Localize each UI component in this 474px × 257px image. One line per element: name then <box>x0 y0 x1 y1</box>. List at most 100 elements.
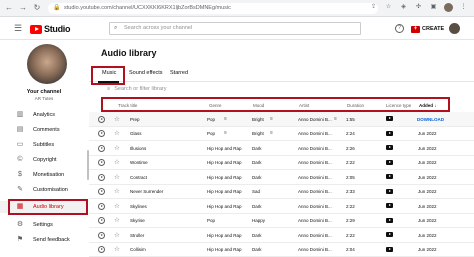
studio-logo[interactable]: Studio <box>30 24 70 34</box>
star-icon[interactable]: ☆ <box>114 231 120 239</box>
settings-icon: ⚙ <box>16 221 24 229</box>
search-input[interactable]: ⌕ Search across your channel <box>109 22 361 35</box>
tab-sound-effects[interactable]: Sound effects <box>129 70 163 76</box>
track-mood: Dark <box>252 233 262 238</box>
star-icon[interactable]: ☆ <box>114 173 120 181</box>
table-row[interactable]: ☆PrepPop≡Bright≡Anno Domini B...≡1:55DOW… <box>89 112 474 127</box>
play-icon[interactable] <box>98 116 105 123</box>
sidebar-item-analytics[interactable]: ▥ Analytics <box>0 109 88 121</box>
track-mood: Dark <box>252 204 262 209</box>
profile-avatar[interactable] <box>444 3 453 12</box>
col-mood[interactable]: Mood <box>253 103 264 108</box>
table-row[interactable]: ☆GlassPop≡Bright≡Anno Domini B...2:24Jun… <box>89 127 474 142</box>
table-row[interactable]: ☆ContractHip Hop and RapDarkAnno Domini … <box>89 170 474 185</box>
youtube-licence-icon <box>386 247 393 252</box>
col-licence-type[interactable]: Licence type <box>386 103 411 108</box>
track-mood: Dark <box>252 175 262 180</box>
feedback-icon: ⚑ <box>16 236 24 244</box>
col-added[interactable]: Added ↓ <box>419 103 437 108</box>
col-duration[interactable]: Duration <box>347 103 364 108</box>
col-artist[interactable]: Artist <box>299 103 309 108</box>
puzzle-icon[interactable]: ✣ <box>414 3 423 12</box>
sidebar-item-customisation[interactable]: ✎ Customisation <box>0 184 88 196</box>
sidebar-item-copyright[interactable]: © Copyright <box>0 154 88 166</box>
kebab-icon[interactable]: ⋮ <box>459 3 468 12</box>
youtube-licence-icon <box>386 174 393 179</box>
play-icon[interactable] <box>98 145 105 152</box>
track-artist: Anno Domini B... <box>298 204 332 209</box>
track-mood: Dark <box>252 146 262 151</box>
play-icon[interactable] <box>98 174 105 181</box>
table-row[interactable]: ☆SkyrisePopHappyAnno Domini B...2:29Jun … <box>89 214 474 229</box>
address-bar[interactable]: 🔒 studio.youtube.com/channel/UCXXKKI6KRX… <box>48 3 378 14</box>
play-icon[interactable] <box>98 188 105 195</box>
table-row[interactable]: ☆Never SurrenderHip Hop and RapSadAnno D… <box>89 185 474 200</box>
play-icon[interactable] <box>98 217 105 224</box>
track-artist: Anno Domini B... <box>298 131 332 136</box>
filter-mood-icon[interactable]: ≡ <box>270 116 273 122</box>
track-mood: Bright <box>252 131 264 136</box>
channel-handle: AR Tutes <box>0 96 88 101</box>
filter-mood-icon[interactable]: ≡ <box>270 130 273 136</box>
star-icon[interactable]: ☆ <box>384 3 393 12</box>
account-avatar[interactable] <box>449 23 460 34</box>
sidebar-icon[interactable]: ▣ <box>429 3 438 12</box>
star-icon[interactable]: ☆ <box>114 158 120 166</box>
reload-icon[interactable]: ↻ <box>32 3 42 13</box>
studio-header: ☰ Studio ⌕ Search across your channel ? … <box>0 18 474 40</box>
sidebar-item-label: Subtitles <box>33 142 54 148</box>
track-artist: Anno Domini B... <box>298 146 332 151</box>
track-added: Jun 2022 <box>418 247 437 252</box>
track-added: Jun 2022 <box>418 175 437 180</box>
star-icon[interactable]: ☆ <box>114 202 120 210</box>
sidebar-item-comments[interactable]: ▤ Comments <box>0 124 88 136</box>
play-icon[interactable] <box>98 203 105 210</box>
sidebar-item-send-feedback[interactable]: ⚑ Send feedback <box>0 234 88 246</box>
track-title: Wontime <box>130 160 148 165</box>
filter-genre-icon[interactable]: ≡ <box>224 116 227 122</box>
sidebar-item-settings[interactable]: ⚙ Settings <box>0 219 88 231</box>
filter-input[interactable]: ≡ Search or filter library <box>107 86 167 92</box>
track-title: Glass <box>130 131 142 136</box>
star-icon[interactable]: ☆ <box>114 144 120 152</box>
table-row[interactable]: ☆CollisimHip Hop and RapDarkAnno Domini … <box>89 243 474 257</box>
track-added: Jun 2022 <box>418 233 437 238</box>
subtitles-icon: ▭ <box>16 141 24 149</box>
star-icon[interactable]: ☆ <box>114 129 120 137</box>
sidebar-item-subtitles[interactable]: ▭ Subtitles <box>0 139 88 151</box>
youtube-licence-icon <box>386 145 393 150</box>
hamburger-icon[interactable]: ☰ <box>14 23 22 34</box>
forward-icon[interactable]: → <box>18 3 28 13</box>
col-track-title[interactable]: Track title <box>118 103 137 108</box>
star-icon[interactable]: ☆ <box>114 115 120 123</box>
download-link[interactable]: DOWNLOAD <box>417 117 444 122</box>
extension-icon[interactable]: ◈ <box>399 3 408 12</box>
share-icon[interactable]: ⇪ <box>369 3 378 12</box>
table-row[interactable]: ☆WontimeHip Hop and RapDarkAnno Domini B… <box>89 156 474 171</box>
track-duration: 2:26 <box>346 146 355 151</box>
play-icon[interactable] <box>98 232 105 239</box>
track-genre: Pop <box>207 131 215 136</box>
star-icon[interactable]: ☆ <box>114 187 120 195</box>
table-row[interactable]: ☆IllusionsHip Hop and RapDarkAnno Domini… <box>89 141 474 156</box>
channel-avatar[interactable] <box>27 44 67 84</box>
filter-artist-icon[interactable]: ≡ <box>334 116 337 122</box>
table-header: Track title Genre Mood Artist Duration L… <box>101 97 450 112</box>
filter-genre-icon[interactable]: ≡ <box>224 130 227 136</box>
create-button[interactable]: + CREATE <box>411 24 444 34</box>
play-icon[interactable] <box>98 246 105 253</box>
table-row[interactable]: ☆SkylinesHip Hop and RapDarkAnno Domini … <box>89 199 474 214</box>
audio-library-highlight <box>8 199 88 215</box>
tab-starred[interactable]: Starred <box>170 70 188 76</box>
help-icon[interactable]: ? <box>395 24 404 33</box>
star-icon[interactable]: ☆ <box>114 216 120 224</box>
track-duration: 2:22 <box>346 204 355 209</box>
col-genre[interactable]: Genre <box>209 103 222 108</box>
play-icon[interactable] <box>98 130 105 137</box>
star-icon[interactable]: ☆ <box>114 245 120 253</box>
back-icon[interactable]: ← <box>4 3 14 13</box>
search-icon: ⌕ <box>114 23 117 34</box>
table-row[interactable]: ☆StrollerHip Hop and RapDarkAnno Domini … <box>89 228 474 243</box>
sidebar-item-monetisation[interactable]: $ Monetisation <box>0 169 88 181</box>
play-icon[interactable] <box>98 159 105 166</box>
